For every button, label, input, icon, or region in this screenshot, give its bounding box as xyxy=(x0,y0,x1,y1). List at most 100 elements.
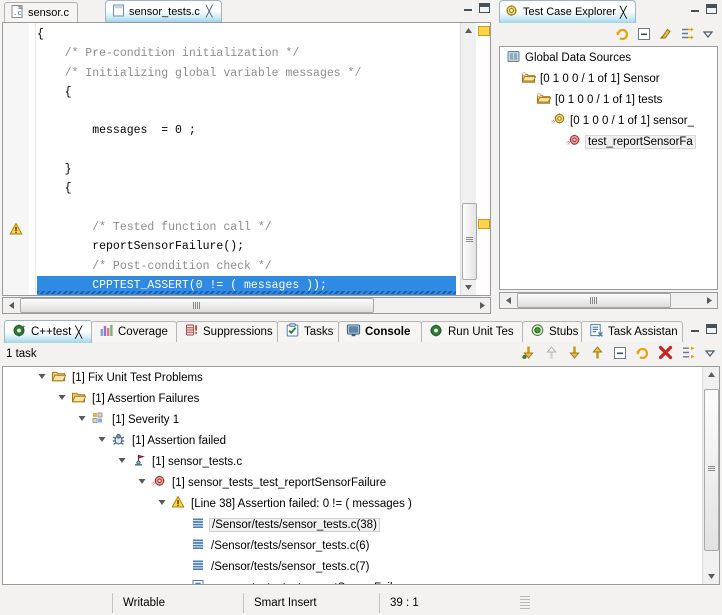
prev-up-icon[interactable] xyxy=(590,345,605,363)
filter-icon[interactable] xyxy=(681,345,696,363)
code-line[interactable]: /* Post-condition check */ xyxy=(37,257,456,276)
warning-icon[interactable] xyxy=(9,222,23,236)
test-case-tree-node[interactable]: [0 1 0 0 / 1 of 1] sensor_ xyxy=(500,110,717,131)
svg-text:+: + xyxy=(22,324,26,331)
code-line[interactable] xyxy=(37,199,456,218)
tab-coverage[interactable]: Coverage xyxy=(91,321,177,342)
results-vertical-scrollbar[interactable] xyxy=(702,367,719,584)
editor-tab-sensor-c[interactable]: .c sensor.c xyxy=(4,2,78,22)
editor-vertical-scrollbar[interactable] xyxy=(460,23,476,295)
tab-suppressions[interactable]: Suppressions xyxy=(176,321,278,342)
expander-open-icon[interactable] xyxy=(77,413,87,426)
collapse-all-icon[interactable] xyxy=(613,346,627,363)
expander-open-icon[interactable] xyxy=(117,455,127,468)
test-case-tree[interactable]: Global Data Sources[0 1 0 0 / 1 of 1] Se… xyxy=(499,46,718,290)
maximize-icon[interactable] xyxy=(706,4,717,14)
result-tree-node[interactable]: /Sensor/tests/sensor_tests.c(38) xyxy=(3,514,719,535)
result-tree-node[interactable]: /Sensor/tests/sensor_tests.c(6) xyxy=(3,535,719,556)
code-text-area[interactable]: { /* Pre-condition initialization */ /* … xyxy=(37,25,456,295)
maximize-icon[interactable] xyxy=(706,324,717,334)
tab-console[interactable]: Console xyxy=(338,321,422,342)
editor-gutter[interactable] xyxy=(3,23,30,295)
link-with-editor-icon[interactable] xyxy=(680,26,695,44)
expander-open-icon[interactable] xyxy=(137,476,147,489)
scroll-down-icon[interactable] xyxy=(703,569,719,584)
minimize-icon[interactable] xyxy=(690,324,701,334)
result-tree-node[interactable]: [1] Assertion Failures xyxy=(3,388,719,409)
tab-stubs[interactable]: Stubs xyxy=(522,321,582,342)
tab-tasks[interactable]: Tasks xyxy=(277,321,339,342)
scroll-up-icon[interactable] xyxy=(461,23,476,38)
code-line[interactable] xyxy=(37,102,456,121)
result-tree-node[interactable]: sensor_tests_test_reportSensorFailure xyxy=(3,577,719,585)
expander-open-icon[interactable] xyxy=(97,434,107,447)
collapse-all-icon[interactable] xyxy=(637,27,651,44)
code-line[interactable]: { xyxy=(37,83,456,102)
close-icon[interactable]: ╳ xyxy=(75,325,82,339)
prev-unread-icon[interactable] xyxy=(544,345,559,363)
result-tree-label: [1] Assertion Failures xyxy=(90,393,201,405)
scroll-down-icon[interactable] xyxy=(461,280,476,295)
tab-task-assistan[interactable]: Task Assistan xyxy=(581,321,683,342)
overview-marker[interactable] xyxy=(478,26,490,36)
expander-open-icon[interactable] xyxy=(37,371,47,384)
source-editor[interactable]: { /* Pre-condition initialization */ /* … xyxy=(2,22,491,296)
expander-open-icon[interactable] xyxy=(57,392,67,405)
code-line[interactable]: { xyxy=(37,25,456,44)
scroll-left-icon[interactable] xyxy=(500,293,516,308)
minimize-icon[interactable] xyxy=(463,3,474,13)
refresh-icon[interactable] xyxy=(615,26,630,44)
overview-marker[interactable] xyxy=(478,219,490,229)
code-line[interactable]: messages = 0 ; xyxy=(37,121,456,140)
result-tree-node[interactable]: [1] Fix Unit Test Problems xyxy=(3,367,719,388)
code-line[interactable]: /* Initializing global variable messages… xyxy=(37,64,456,83)
scrollbar-thumb[interactable] xyxy=(517,293,671,308)
status-insert-mode: Smart Insert xyxy=(243,593,379,613)
delete-icon[interactable] xyxy=(658,345,673,363)
view-menu-icon[interactable] xyxy=(704,347,716,362)
scrollbar-thumb[interactable] xyxy=(20,298,374,313)
highlight-icon[interactable] xyxy=(658,26,673,44)
result-tree-node[interactable]: [1] Severity 1 xyxy=(3,409,719,430)
scroll-right-icon[interactable] xyxy=(474,298,490,313)
close-icon[interactable]: ╳ xyxy=(620,6,627,19)
scroll-up-icon[interactable] xyxy=(703,367,719,382)
scrollbar-thumb[interactable] xyxy=(704,389,719,551)
minimize-icon[interactable] xyxy=(690,4,701,14)
refresh-icon[interactable] xyxy=(635,345,650,363)
test-case-tree-node[interactable]: [0 1 0 0 / 1 of 1] tests xyxy=(500,89,717,110)
tab-c-test[interactable]: +C++test╳ xyxy=(4,320,92,343)
code-line-selected[interactable]: CPPTEST_ASSERT(0 != ( messages )); xyxy=(37,276,456,295)
code-line[interactable]: } xyxy=(37,160,456,179)
code-line[interactable]: { xyxy=(37,179,456,198)
result-tree-node[interactable]: [1] sensor_tests.c xyxy=(3,451,719,472)
test-case-tree-node[interactable]: [0 1 0 0 / 1 of 1] Sensor xyxy=(500,68,717,89)
expander-open-icon[interactable] xyxy=(157,497,167,510)
result-tree-node[interactable]: [Line 38] Assertion failed: 0 != ( messa… xyxy=(3,493,719,514)
scrollbar-thumb[interactable] xyxy=(462,203,477,280)
tce-horizontal-scrollbar[interactable] xyxy=(499,292,718,309)
test-case-tree-node[interactable]: Global Data Sources xyxy=(500,47,717,68)
result-tree-node[interactable]: [1] Assertion failed xyxy=(3,430,719,451)
editor-horizontal-scrollbar[interactable] xyxy=(2,297,491,314)
overview-ruler[interactable] xyxy=(475,23,490,295)
result-tree-label: [1] sensor_tests_test_reportSensorFailur… xyxy=(170,477,388,489)
code-line[interactable]: reportSensorFailure(); xyxy=(37,237,456,256)
result-tree-node[interactable]: [1] sensor_tests_test_reportSensorFailur… xyxy=(3,472,719,493)
code-line[interactable] xyxy=(37,141,456,160)
test-case-tree-node[interactable]: test_reportSensorFa xyxy=(500,131,717,152)
next-task-icon[interactable] xyxy=(521,345,536,363)
code-line[interactable]: /* Tested function call */ xyxy=(37,218,456,237)
code-line[interactable]: /* Pre-condition initialization */ xyxy=(37,44,456,63)
tab-run-unit-tes[interactable]: Run Unit Tes xyxy=(421,321,523,342)
next-down-icon[interactable] xyxy=(567,345,582,363)
maximize-icon[interactable] xyxy=(479,3,490,13)
close-icon[interactable]: ╳ xyxy=(206,5,213,18)
scroll-right-icon[interactable] xyxy=(701,293,717,308)
scroll-left-icon[interactable] xyxy=(3,298,19,313)
view-menu-icon[interactable] xyxy=(702,28,714,43)
result-tree-node[interactable]: /Sensor/tests/sensor_tests.c(7) xyxy=(3,556,719,577)
editor-tab-sensor-tests-c[interactable]: sensor_tests.c ╳ xyxy=(105,0,222,22)
task-results-tree[interactable]: [1] Fix Unit Test Problems [1] Assertion … xyxy=(2,366,720,585)
tab-test-case-explorer[interactable]: Test Case Explorer ╳ xyxy=(499,0,636,23)
